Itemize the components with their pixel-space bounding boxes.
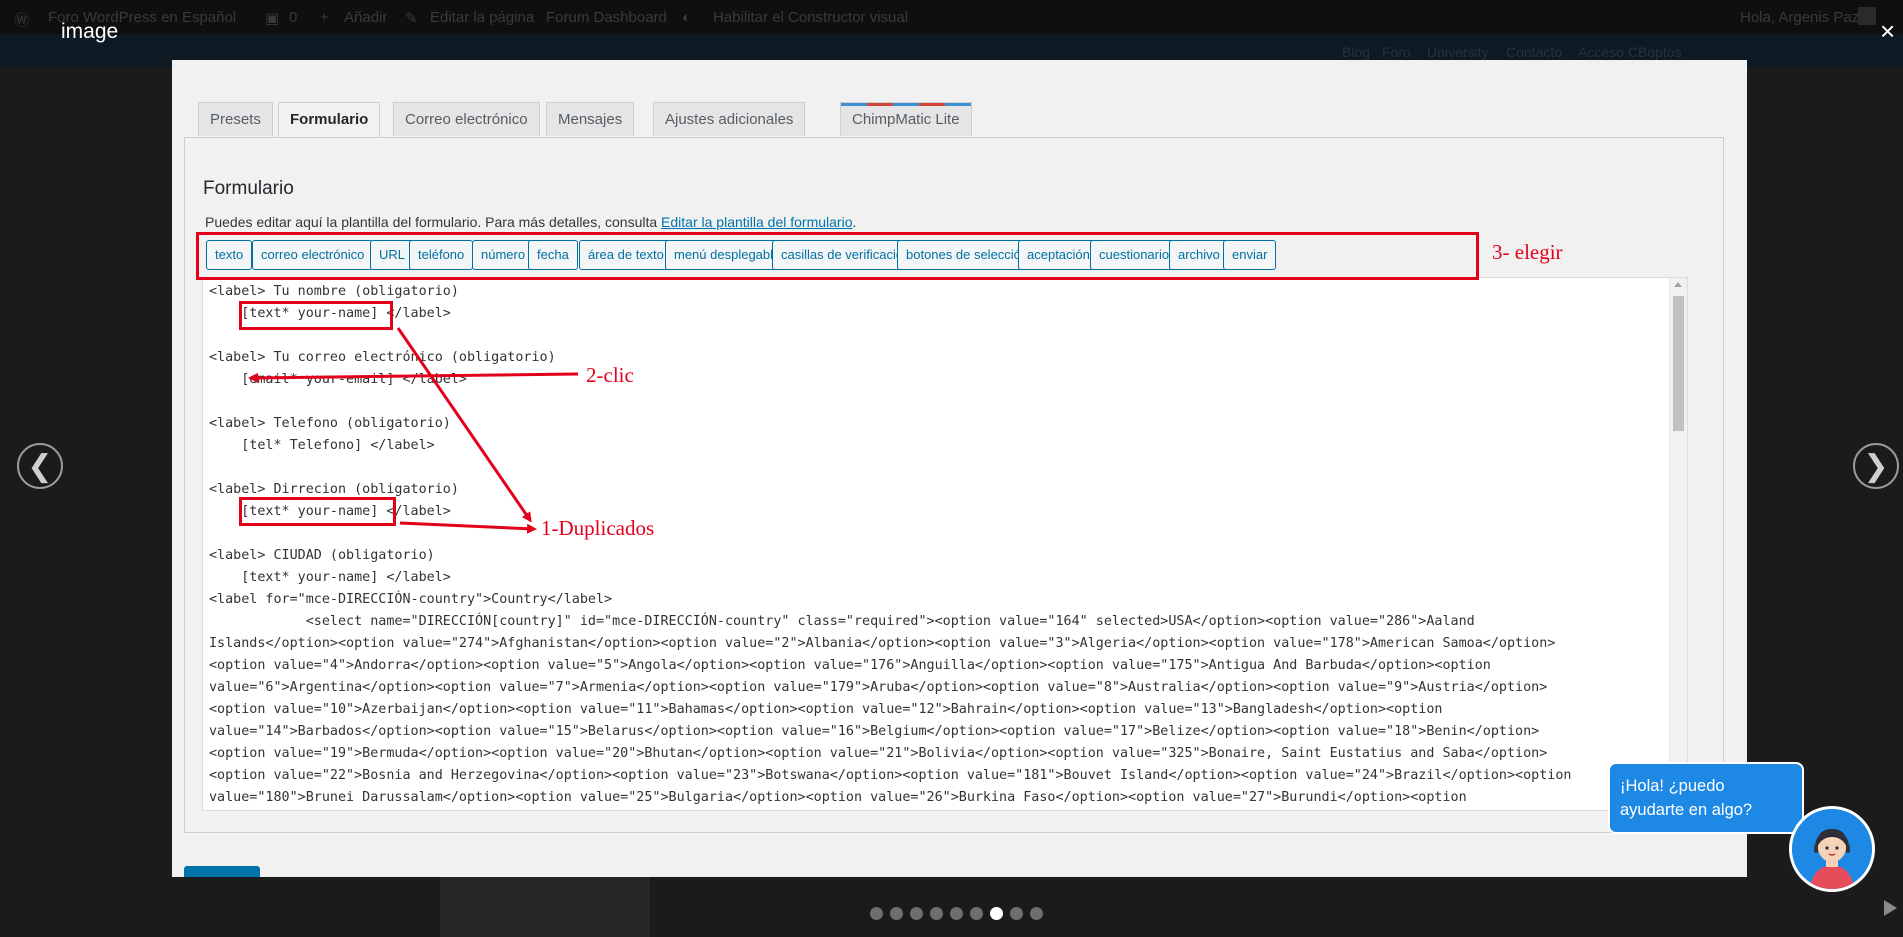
support-agent-icon [1792, 809, 1872, 889]
arrow-dup-2 [399, 521, 537, 534]
chat-bubble[interactable]: ¡Hola! ¿puedo ayudarte en algo? [1608, 762, 1804, 834]
chat-line-2: ayudarte en algo? [1620, 801, 1753, 819]
chat-avatar-button[interactable] [1789, 806, 1875, 892]
arrow-dup-1 [396, 327, 532, 523]
chat-line-1: ¡Hola! ¿puedo [1620, 777, 1725, 795]
arrow-to-email [248, 372, 579, 383]
